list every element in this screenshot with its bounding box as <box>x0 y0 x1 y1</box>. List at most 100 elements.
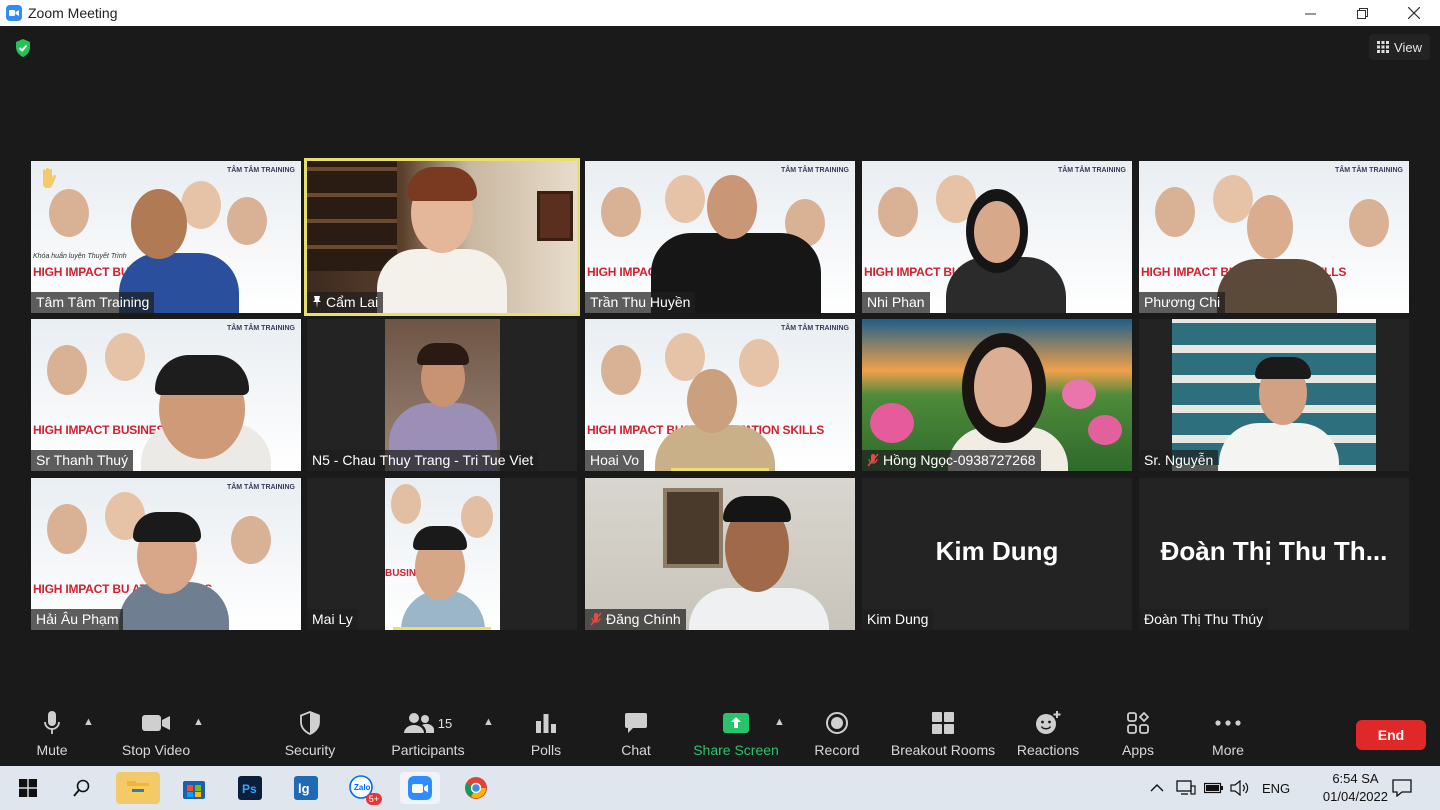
photoshop-taskbar-button[interactable]: Ps <box>234 772 266 804</box>
background-person <box>1155 187 1195 237</box>
share-screen-button[interactable]: Share Screen <box>693 706 779 766</box>
record-icon <box>826 712 848 734</box>
video-tile[interactable]: TÂM TÂM TRAINING HIGH IMPACT BUSI RESENT… <box>585 319 855 471</box>
video-tile[interactable]: TÂM TÂM TRAINING HIGH IMPACT BUS Trần Th… <box>585 161 855 313</box>
more-dots-icon <box>1215 720 1241 726</box>
end-meeting-button[interactable]: End <box>1356 720 1426 750</box>
file-explorer-taskbar-button[interactable] <box>116 772 160 804</box>
participant-name: Đoàn Thị Thu Thúy <box>1139 609 1269 630</box>
grid-icon <box>1377 41 1390 53</box>
more-button[interactable]: More <box>1206 706 1250 766</box>
participant-name: N5 - Chau Thuy Trang - Tri Tue Viet <box>307 450 539 471</box>
video-tile-active-speaker[interactable]: Cẩm Lai <box>304 158 580 316</box>
close-button[interactable] <box>1388 0 1440 26</box>
video-tile[interactable]: TÂM TÂM TRAINING HIGH IMPACT BUSI NTATIO… <box>1139 161 1409 313</box>
background-person <box>601 187 641 237</box>
window-titlebar: Zoom Meeting <box>0 0 1440 26</box>
participant-name: Đăng Chính <box>585 609 686 630</box>
participants-button[interactable]: 15 Participants <box>388 706 468 766</box>
zalo-taskbar-button[interactable]: Zalo 5+ <box>346 772 382 805</box>
zoom-taskbar-button[interactable] <box>400 772 440 804</box>
breakout-rooms-button[interactable]: Breakout Rooms <box>890 706 996 766</box>
video-tile[interactable]: TÂM TÂM TRAINING HIGH IMPACT BUSINESS Sr… <box>31 319 301 471</box>
background-person <box>227 197 267 245</box>
video-tile[interactable]: TÂM TÂM TRAINING Khóa huấn luyện Thuyết … <box>31 161 301 313</box>
participant-name: Nhi Phan <box>862 292 930 313</box>
participant-display-name: Kim Dung <box>935 536 1059 566</box>
video-tile-no-video[interactable]: Kim Dung Kim Dung <box>862 478 1132 630</box>
lotus-flower <box>1062 379 1096 409</box>
video-tile-no-video[interactable]: Đoàn Thị Thu Th... Đoàn Thị Thu Thúy <box>1139 478 1409 630</box>
input-language[interactable]: ENG <box>1262 766 1290 810</box>
video-tile[interactable]: N5 - Chau Thuy Trang - Tri Tue Viet <box>307 319 577 471</box>
search-icon <box>73 779 90 797</box>
background-person <box>47 345 87 395</box>
banner-logo: TÂM TÂM TRAINING <box>226 167 295 174</box>
share-options-caret[interactable]: ▲ <box>774 716 785 728</box>
participants-options-caret[interactable]: ▲ <box>483 716 494 728</box>
background-person <box>665 175 705 223</box>
banner-logo: TÂM TÂM TRAINING <box>1057 167 1126 174</box>
video-options-caret[interactable]: ▲ <box>193 716 204 728</box>
view-button[interactable]: View <box>1369 34 1430 60</box>
network-icon <box>1176 780 1196 795</box>
reactions-button[interactable]: Reactions <box>1016 706 1080 766</box>
participant-name: Hải Âu Phạm <box>31 609 124 630</box>
audio-level-bar <box>393 627 491 630</box>
store-icon <box>183 781 205 799</box>
participant-name: Trần Thu Huyền <box>585 292 696 313</box>
windows-start-button[interactable] <box>12 772 44 804</box>
participant-face <box>131 189 187 259</box>
bar-chart-icon <box>536 714 556 733</box>
chrome-taskbar-button[interactable] <box>460 772 492 804</box>
participant-name: Hoai Vo <box>585 450 645 471</box>
video-tile[interactable]: Đăng Chính <box>585 478 855 630</box>
participant-face <box>974 347 1032 427</box>
participant-name: Tâm Tâm Training <box>31 292 155 313</box>
video-tile[interactable]: TÂM TÂM TRAINING HIGH IMPACT BU ATION SK… <box>31 478 301 630</box>
network-tray-icon[interactable] <box>1176 766 1196 810</box>
minimize-button[interactable] <box>1284 0 1336 26</box>
tray-overflow-chevron[interactable] <box>1150 766 1164 810</box>
background-person <box>47 504 87 554</box>
video-tile[interactable]: TÂM TÂM TRAINING HIGH IMPACT BU TION SKI… <box>862 161 1132 313</box>
app-icon: lg <box>294 776 318 800</box>
participants-icon <box>403 713 434 733</box>
video-tile[interactable]: Hồng Ngọc-0938727268 <box>862 319 1132 471</box>
battery-tray-icon[interactable] <box>1204 766 1224 810</box>
volume-tray-icon[interactable] <box>1230 766 1250 810</box>
video-tile[interactable]: BUSIN Mai Ly <box>307 478 577 630</box>
background-person <box>231 516 271 564</box>
participant-face <box>707 175 757 239</box>
photoshop-icon: Ps <box>238 776 262 800</box>
record-button[interactable]: Record <box>812 706 862 766</box>
chat-button[interactable]: Chat <box>616 706 656 766</box>
search-taskbar-button[interactable] <box>66 772 98 804</box>
emoji-add-icon <box>1036 711 1061 734</box>
restore-button[interactable] <box>1336 0 1388 26</box>
apps-icon <box>1127 712 1149 734</box>
app-taskbar-button[interactable]: lg <box>290 772 322 804</box>
microsoft-store-taskbar-button[interactable] <box>178 772 210 804</box>
security-button[interactable]: Security <box>280 706 340 766</box>
polls-button[interactable]: Polls <box>526 706 566 766</box>
taskbar-clock[interactable]: 6:54 SA 01/04/2022 <box>1323 770 1388 806</box>
background-person <box>1213 175 1253 223</box>
video-feed: BUSIN <box>385 478 500 630</box>
svg-text:lg: lg <box>298 781 310 796</box>
participant-face <box>974 201 1020 263</box>
video-tile[interactable]: Sr. Nguyễn <box>1139 319 1409 471</box>
participant-hair <box>417 343 469 365</box>
encryption-shield-icon[interactable] <box>13 38 33 58</box>
audio-options-caret[interactable]: ▲ <box>83 716 94 728</box>
background-person <box>391 484 421 524</box>
stop-video-button[interactable]: Stop Video <box>116 706 196 766</box>
chrome-icon <box>465 777 487 799</box>
apps-button[interactable]: Apps <box>1118 706 1158 766</box>
audio-level-bar <box>671 468 769 471</box>
banner-logo: TÂM TÂM TRAINING <box>1334 167 1403 174</box>
background-person <box>181 181 221 229</box>
microphone-icon <box>44 711 60 734</box>
notifications-button[interactable] <box>1392 766 1412 810</box>
mute-button[interactable]: Mute <box>30 706 74 766</box>
